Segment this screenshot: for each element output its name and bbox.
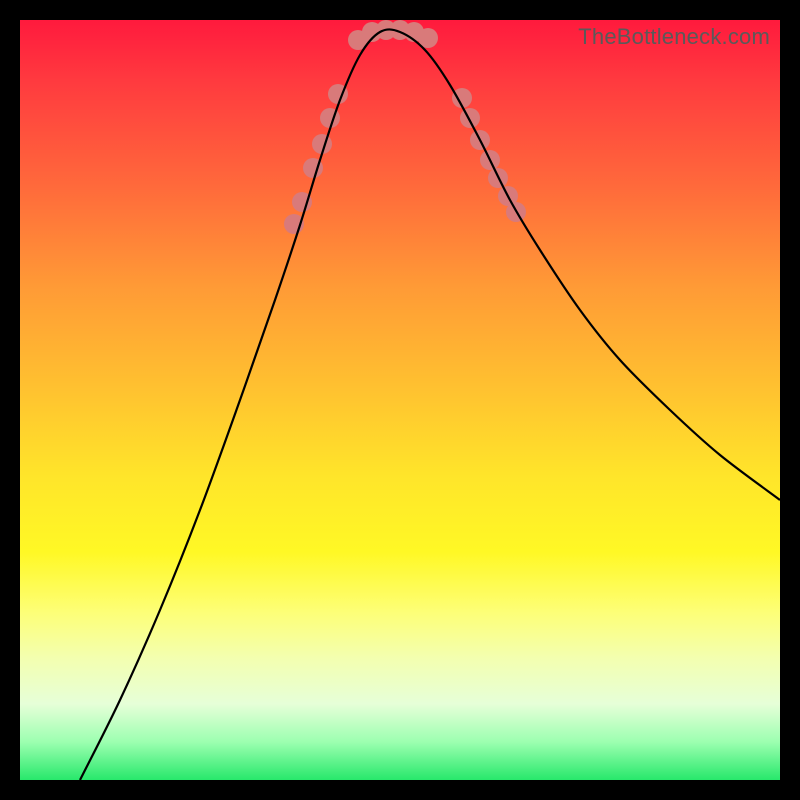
bottleneck-curve — [80, 29, 780, 780]
data-point — [460, 108, 480, 128]
curve-svg — [20, 20, 780, 780]
data-markers — [284, 20, 526, 234]
plot-area: TheBottleneck.com — [20, 20, 780, 780]
chart-frame: TheBottleneck.com — [0, 0, 800, 800]
